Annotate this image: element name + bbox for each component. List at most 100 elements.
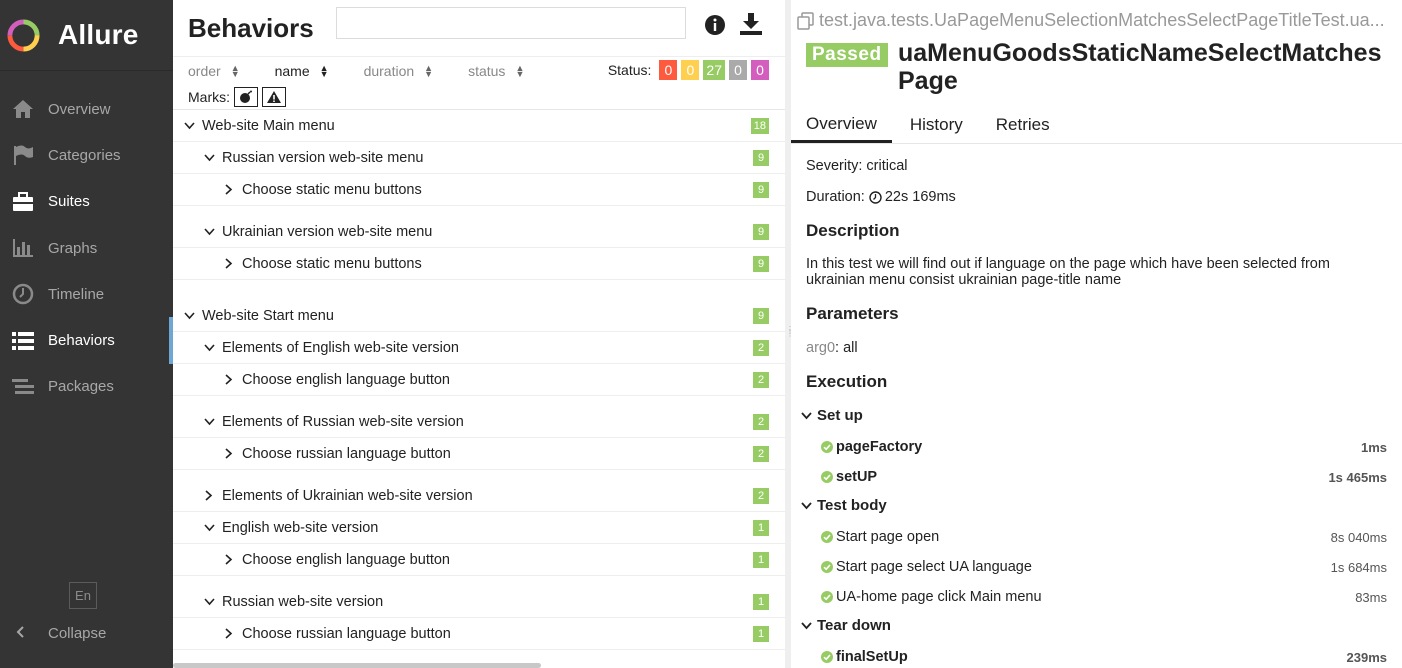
tree-row[interactable]: Web-site Main menu 18: [173, 110, 785, 142]
status-skipped-toggle[interactable]: 0: [729, 60, 747, 80]
sidebar-item-categories[interactable]: Categories: [0, 132, 173, 178]
execution-step[interactable]: Start page select UA language 1s 684ms: [791, 552, 1402, 582]
parameter-key: arg0: [806, 340, 836, 356]
execution-group-title: Test body: [817, 497, 887, 514]
execution-group-toggle[interactable]: Tear down: [801, 617, 891, 634]
description-text: In this test we will find out if languag…: [806, 256, 1330, 288]
flag-icon: [11, 143, 35, 167]
chevron-down-icon: [801, 407, 812, 424]
status-failed-toggle[interactable]: 0: [659, 60, 678, 80]
tree-row[interactable]: Choose english language button 1: [173, 544, 785, 576]
chevron-down-icon[interactable]: [202, 225, 216, 239]
info-icon[interactable]: [704, 14, 726, 36]
sidebar-item-timeline[interactable]: Timeline: [0, 271, 173, 317]
chevron-down-icon[interactable]: [202, 151, 216, 165]
marks-label: Marks:: [188, 88, 230, 105]
bar-chart-icon: [11, 236, 35, 260]
chevron-right-icon[interactable]: [202, 489, 216, 503]
chevron-right-icon[interactable]: [222, 447, 236, 461]
sidebar-item-overview[interactable]: Overview: [0, 86, 173, 132]
execution-step[interactable]: finalSetUp 239ms: [791, 642, 1402, 668]
tree-row-label: English web-site version: [222, 519, 379, 536]
status-broken-toggle[interactable]: 0: [681, 60, 700, 80]
chevron-down-icon[interactable]: [202, 415, 216, 429]
chevron-down-icon[interactable]: [202, 595, 216, 609]
tree-row[interactable]: Web-site Start menu 9: [173, 300, 785, 332]
status-badge: Passed: [806, 43, 888, 67]
chevron-right-icon[interactable]: [222, 183, 236, 197]
tree-row[interactable]: Russian web-site version 1: [173, 586, 785, 618]
chevron-down-icon[interactable]: [202, 521, 216, 535]
sort-label: order: [188, 62, 221, 79]
test-path-text: test.java.tests.UaPageMenuSelectionMatch…: [819, 10, 1385, 30]
brand[interactable]: Allure: [0, 0, 173, 71]
chevron-down-icon[interactable]: [182, 309, 196, 323]
tree-row[interactable]: Ukrainian version web-site menu 9: [173, 216, 785, 248]
execution-step-duration: 239ms: [1346, 649, 1387, 665]
execution-step-duration: 1s 465ms: [1328, 469, 1387, 485]
chevron-down-icon[interactable]: [202, 341, 216, 355]
download-icon[interactable]: [739, 12, 763, 36]
sidebar-item-graphs[interactable]: Graphs: [0, 225, 173, 271]
tree-row[interactable]: Choose static menu buttons 9: [173, 248, 785, 280]
tree-row[interactable]: Choose static menu buttons 9: [173, 174, 785, 206]
chevron-right-icon[interactable]: [222, 627, 236, 641]
bomb-mark-toggle[interactable]: [234, 86, 258, 107]
language-button[interactable]: En: [69, 582, 97, 609]
status-passed-toggle[interactable]: 27: [703, 60, 725, 80]
tree-row-label: Russian web-site version: [222, 593, 384, 610]
copy-icon[interactable]: [797, 11, 815, 30]
passed-count-badge: 9: [753, 150, 769, 166]
bomb-icon: [240, 90, 252, 103]
passed-count-badge: 2: [753, 372, 769, 388]
execution-step[interactable]: pageFactory 1ms: [791, 432, 1402, 462]
clock-icon: [11, 282, 35, 306]
tab-history[interactable]: History: [895, 107, 978, 143]
duration-value: 22s 169ms: [884, 189, 956, 205]
tree-row-label: Ukrainian version web-site menu: [222, 223, 433, 240]
chevron-down-icon[interactable]: [182, 119, 196, 133]
sidebar-item-label: Packages: [48, 378, 114, 396]
tree-row[interactable]: Choose russian language button 2: [173, 438, 785, 470]
collapse-label: Collapse: [48, 624, 107, 642]
execution-step[interactable]: setUP 1s 465ms: [791, 462, 1402, 492]
tab-overview[interactable]: Overview: [791, 107, 892, 143]
sidebar-item-packages[interactable]: Packages: [0, 364, 173, 410]
tree-row[interactable]: Choose english language button 2: [173, 364, 785, 396]
tree-row[interactable]: Elements of Ukrainian web-site version 2: [173, 480, 785, 512]
tree-row[interactable]: Elements of Russian web-site version 2: [173, 406, 785, 438]
execution-step[interactable]: UA-home page click Main menu 83ms: [791, 582, 1402, 612]
execution-heading: Execution: [806, 372, 888, 391]
sidebar-nav: Overview Categories Suites Graphs Timeli…: [0, 86, 173, 410]
test-detail-panel: test.java.tests.UaPageMenuSelectionMatch…: [791, 0, 1402, 668]
sidebar-item-label: Graphs: [48, 239, 98, 257]
horizontal-scrollbar[interactable]: [173, 663, 541, 668]
status-unknown-toggle[interactable]: 0: [751, 60, 769, 80]
execution-group-toggle[interactable]: Test body: [801, 497, 887, 514]
chevron-down-icon: [801, 617, 812, 634]
tree-row[interactable]: English web-site version 1: [173, 512, 785, 544]
sort-duration[interactable]: duration ▲ ▼: [364, 63, 434, 79]
severity: Severity: critical: [806, 158, 908, 174]
tree-row[interactable]: Russian version web-site menu 9: [173, 142, 785, 174]
chevron-right-icon[interactable]: [222, 257, 236, 271]
sidebar-item-label: Categories: [48, 146, 121, 164]
chevron-right-icon[interactable]: [222, 373, 236, 387]
chevron-down-icon: [801, 497, 812, 514]
execution-step[interactable]: Start page open 8s 040ms: [791, 522, 1402, 552]
search-input[interactable]: [336, 7, 686, 39]
sort-order[interactable]: order ▲ ▼: [188, 63, 240, 79]
tree-row[interactable]: Elements of English web-site version 2: [173, 332, 785, 364]
sidebar-item-suites[interactable]: Suites: [0, 179, 173, 225]
chevron-right-icon[interactable]: [222, 553, 236, 567]
flaky-mark-toggle[interactable]: [262, 86, 286, 107]
sort-status[interactable]: status ▲ ▼: [468, 63, 524, 79]
execution-group-toggle[interactable]: Set up: [801, 407, 863, 424]
tab-retries[interactable]: Retries: [981, 107, 1065, 143]
collapse-button[interactable]: Collapse: [0, 620, 173, 646]
passed-count-badge: 1: [753, 552, 769, 568]
sort-name[interactable]: name ▲ ▼: [275, 63, 329, 79]
duration-label: Duration:: [806, 189, 865, 205]
tree-row[interactable]: Choose russian language button 1: [173, 618, 785, 650]
sidebar-item-behaviors[interactable]: Behaviors: [0, 317, 173, 365]
